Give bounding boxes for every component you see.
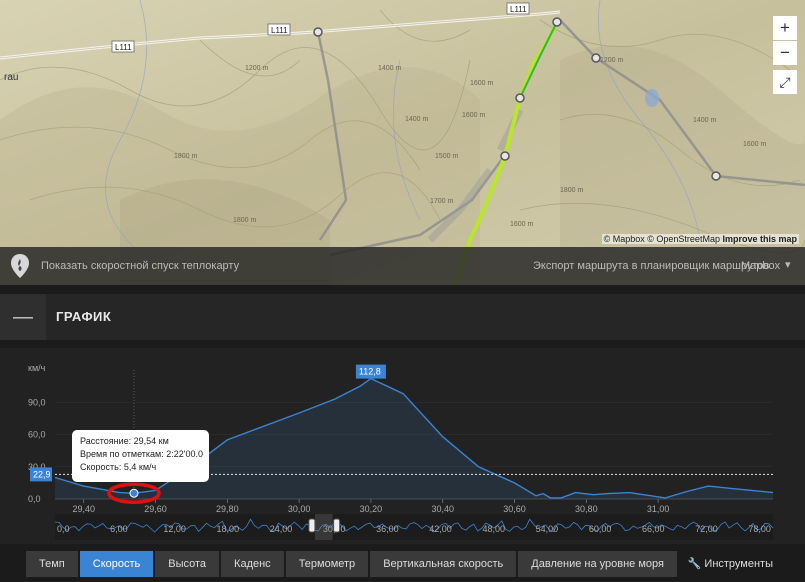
map[interactable]: L111 L111 L111 1200 m 1400 m 1600 m 1800 m 140… <box>0 0 805 285</box>
navigator-tick-label: 48,00 <box>482 524 505 534</box>
svg-text:L111: L111 <box>271 26 288 35</box>
contour-label: 1600 m <box>743 141 767 148</box>
reference-value-badge: 22,9 <box>30 467 52 482</box>
contour-label: 1800 m <box>174 153 198 160</box>
navigator-tick-label: 24,00 <box>270 524 293 534</box>
tooltip-speed: Скорость: 5,4 км/ч <box>80 462 157 472</box>
contour-label: 1500 m <box>435 153 459 160</box>
contour-label: 1200 m <box>600 57 624 64</box>
map-toolbar: Показать скоростной спуск теплокарту Экс… <box>0 247 805 285</box>
x-tick-label: 31,00 <box>647 504 670 514</box>
contour-label: 1400 m <box>693 117 717 124</box>
peak-value-label: 112,8 <box>359 367 381 377</box>
navigator-tick-label: 42,00 <box>429 524 452 534</box>
navigator-tick-label: 78,00 <box>748 524 771 534</box>
x-tick-label: 30,00 <box>288 504 311 514</box>
map-style-select[interactable]: Mapbox <box>741 260 780 272</box>
navigator-tick-label: 36,00 <box>376 524 399 534</box>
y-tick-label: 0,0 <box>28 494 41 504</box>
tab-temperature[interactable]: Термометр <box>285 551 369 577</box>
navigator-tick-label: 66,00 <box>642 524 665 534</box>
road-label: L111 <box>267 23 291 36</box>
zoom-in-button[interactable]: + <box>773 16 797 40</box>
mapbox-attribution-link[interactable]: © Mapbox <box>604 234 645 244</box>
x-tick-label: 29,80 <box>216 504 239 514</box>
road-label: L111 <box>111 40 135 53</box>
chart-tooltip: Расстояние: 29,54 км Время по отметкам: … <box>72 430 209 482</box>
svg-text:L111: L111 <box>115 43 132 52</box>
tools-button[interactable]: 🔧 Инструменты <box>688 557 773 570</box>
tooltip-time: Время по отметкам: 2:22'00.0 <box>80 449 203 459</box>
tools-label: Инструменты <box>704 558 773 570</box>
tab-pace[interactable]: Темп <box>26 551 78 577</box>
export-route-link[interactable]: Экспорт маршрута в планировщик маршрутов <box>533 260 769 272</box>
y-tick-label: 60,0 <box>28 430 46 440</box>
navigator-tick-label: 12,00 <box>163 524 186 534</box>
x-tick-label: 30,20 <box>360 504 383 514</box>
navigator-tick-label: 60,00 <box>589 524 612 534</box>
tab-vertical-speed[interactable]: Вертикальная скорость <box>370 551 517 577</box>
y-axis-unit-label: км/ч <box>28 363 46 373</box>
x-tick-label: 29,40 <box>72 504 95 514</box>
zoom-out-button[interactable]: − <box>773 41 797 65</box>
contour-label: 1600 m <box>462 112 486 119</box>
navigator-tick-label: 6,00 <box>110 524 128 534</box>
navigator-right-handle[interactable] <box>333 518 341 533</box>
wrench-icon: 🔧 <box>687 558 702 570</box>
contour-label: 1400 m <box>405 116 429 123</box>
place-label: rau <box>4 72 18 83</box>
tab-cadence[interactable]: Каденс <box>221 551 284 577</box>
x-tick-label: 29,60 <box>144 504 167 514</box>
y-tick-label: 90,0 <box>28 397 46 407</box>
chevron-down-icon[interactable]: ▾ <box>785 258 791 271</box>
x-tick-label: 30,40 <box>431 504 454 514</box>
chart-metric-tabs: Темп Скорость Высота Каденс Термометр Ве… <box>26 551 677 577</box>
contour-label: 1700 m <box>430 198 454 205</box>
contour-label: 1800 m <box>560 187 584 194</box>
heatmap-toggle-link[interactable]: Показать скоростной спуск теплокарту <box>41 260 239 272</box>
osm-attribution-link[interactable]: © OpenStreetMap <box>647 234 720 244</box>
contour-label: 1600 m <box>510 221 534 228</box>
contour-label: 1600 m <box>470 80 494 87</box>
tab-sea-level-pressure[interactable]: Давление на уровне моря <box>518 551 677 577</box>
hover-point-marker <box>129 488 139 498</box>
navigator-tick-label: 54,00 <box>536 524 559 534</box>
navigator-selection[interactable] <box>314 514 333 540</box>
x-tick-label: 30,80 <box>575 504 598 514</box>
tab-speed[interactable]: Скорость <box>79 551 154 577</box>
road-label: L111 <box>506 2 530 15</box>
navigator-tick-label: 0,0 <box>57 524 70 534</box>
reference-value-label: 22,9 <box>33 469 51 479</box>
svg-text:L111: L111 <box>510 5 527 14</box>
collapse-button[interactable]: — <box>0 294 46 340</box>
tooltip-distance: Расстояние: 29,54 км <box>80 436 169 446</box>
contour-label: 1800 m <box>233 217 257 224</box>
panel-title: ГРАФИК <box>56 309 112 324</box>
contour-label: 1400 m <box>378 65 402 72</box>
navigator-tick-label: 18,00 <box>217 524 240 534</box>
improve-map-link[interactable]: Improve this map <box>722 234 797 244</box>
navigator-left-handle[interactable] <box>308 518 316 533</box>
chart-panel-header: — ГРАФИК <box>0 294 805 340</box>
contour-label: 1200 m <box>245 65 269 72</box>
map-attribution: © Mapbox © OpenStreetMap Improve this ma… <box>601 234 799 244</box>
navigator-tick-label: 72,00 <box>695 524 718 534</box>
fullscreen-button[interactable]: ⤢ <box>773 70 797 94</box>
peak-badge: 112,8 <box>355 364 386 379</box>
x-tick-label: 30,60 <box>503 504 526 514</box>
tab-elevation[interactable]: Высота <box>155 551 220 577</box>
